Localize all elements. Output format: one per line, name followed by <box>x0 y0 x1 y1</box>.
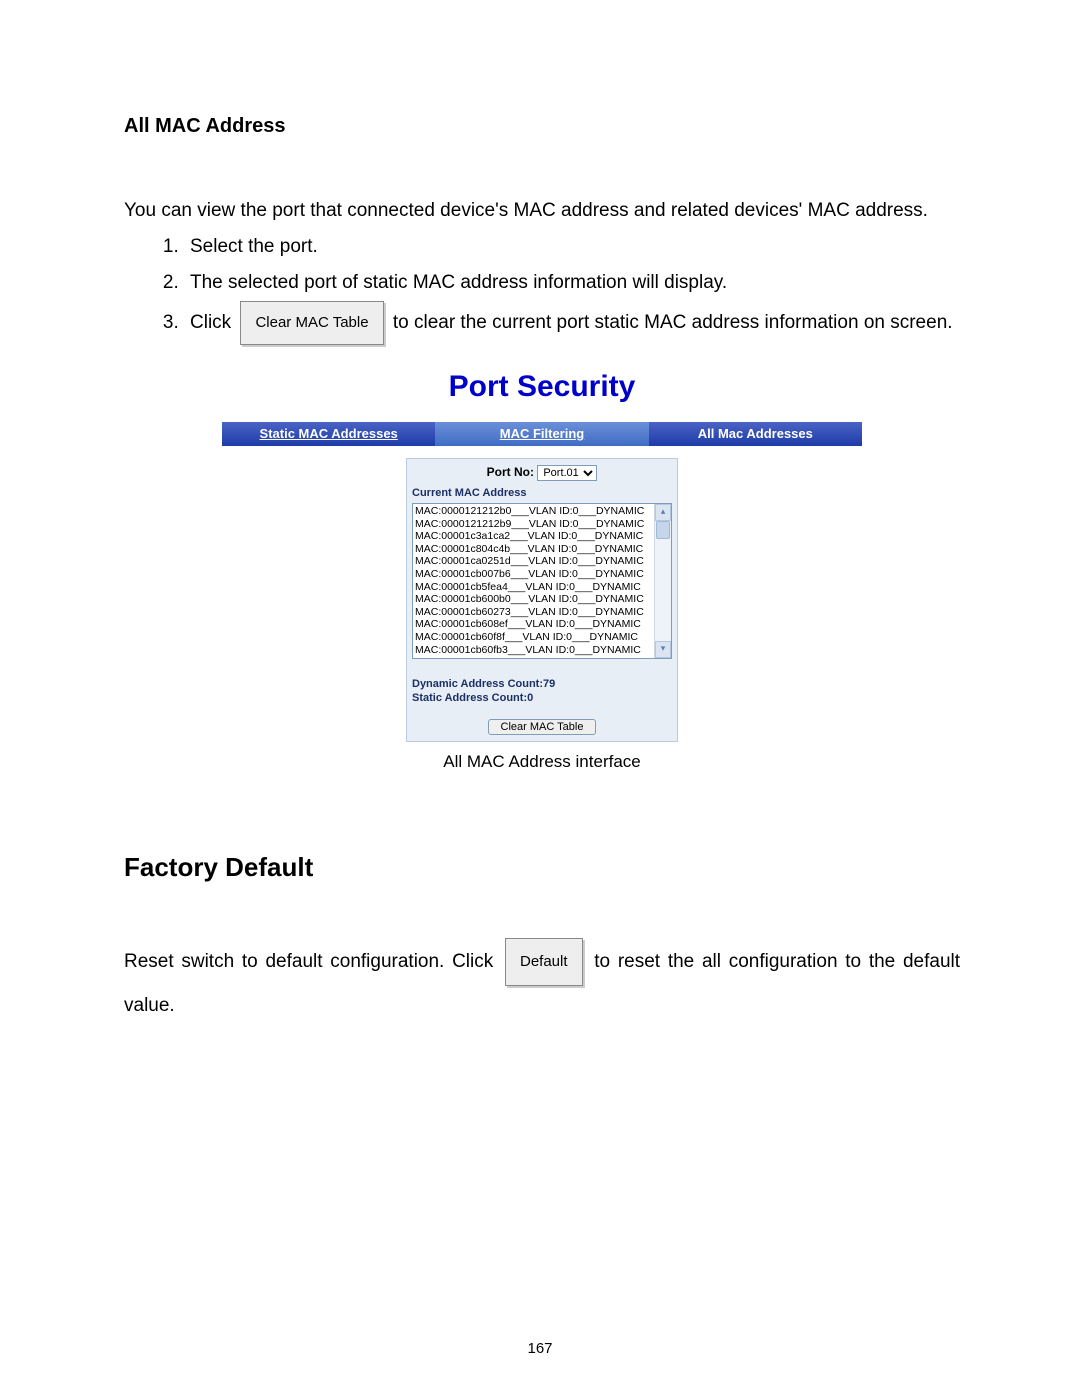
step-1: Select the port. <box>184 229 960 265</box>
step-3: Click Clear MAC Table to clear the curre… <box>184 301 960 345</box>
page-number: 167 <box>0 1340 1080 1357</box>
tab-static-mac[interactable]: Static MAC Addresses <box>222 422 435 446</box>
clear-mac-table-button[interactable]: Clear MAC Table <box>488 719 597 735</box>
screenshot-title: Port Security <box>124 370 960 404</box>
tab-all-mac[interactable]: All Mac Addresses <box>649 422 862 446</box>
factory-default-paragraph: Reset switch to default configuration. C… <box>124 938 960 1026</box>
dynamic-address-count: Dynamic Address Count:79 <box>412 677 672 691</box>
scroll-down-icon[interactable]: ▾ <box>655 641 671 658</box>
intro-paragraph: You can view the port that connected dev… <box>124 193 960 229</box>
port-no-select[interactable]: Port.01 <box>537 465 597 481</box>
screenshot-caption: All MAC Address interface <box>124 752 960 772</box>
factory-text-prefix: Reset switch to default configuration. C… <box>124 951 493 972</box>
tab-mac-filtering[interactable]: MAC Filtering <box>435 422 648 446</box>
scrollbar[interactable]: ▴ ▾ <box>654 504 671 658</box>
step-3-prefix: Click <box>190 312 231 333</box>
scroll-thumb[interactable] <box>656 521 670 539</box>
mac-panel: Port No: Port.01 Current MAC Address MAC… <box>406 458 678 742</box>
port-no-label: Port No: <box>487 465 534 479</box>
tab-bar: Static MAC Addresses MAC Filtering All M… <box>222 422 862 446</box>
current-mac-label: Current MAC Address <box>407 485 677 501</box>
static-address-count: Static Address Count:0 <box>412 691 672 705</box>
clear-mac-table-button-inline[interactable]: Clear MAC Table <box>240 301 383 345</box>
section-heading-factory-default: Factory Default <box>124 852 960 883</box>
default-button-inline[interactable]: Default <box>505 938 583 986</box>
scroll-up-icon[interactable]: ▴ <box>655 504 671 521</box>
section-heading-all-mac: All MAC Address <box>124 115 960 138</box>
step-3-suffix: to clear the current port static MAC add… <box>393 312 953 333</box>
step-2: The selected port of static MAC address … <box>184 265 960 301</box>
mac-address-listbox[interactable]: MAC:0000121212b0___VLAN ID:0___DYNAMIC M… <box>413 504 654 658</box>
